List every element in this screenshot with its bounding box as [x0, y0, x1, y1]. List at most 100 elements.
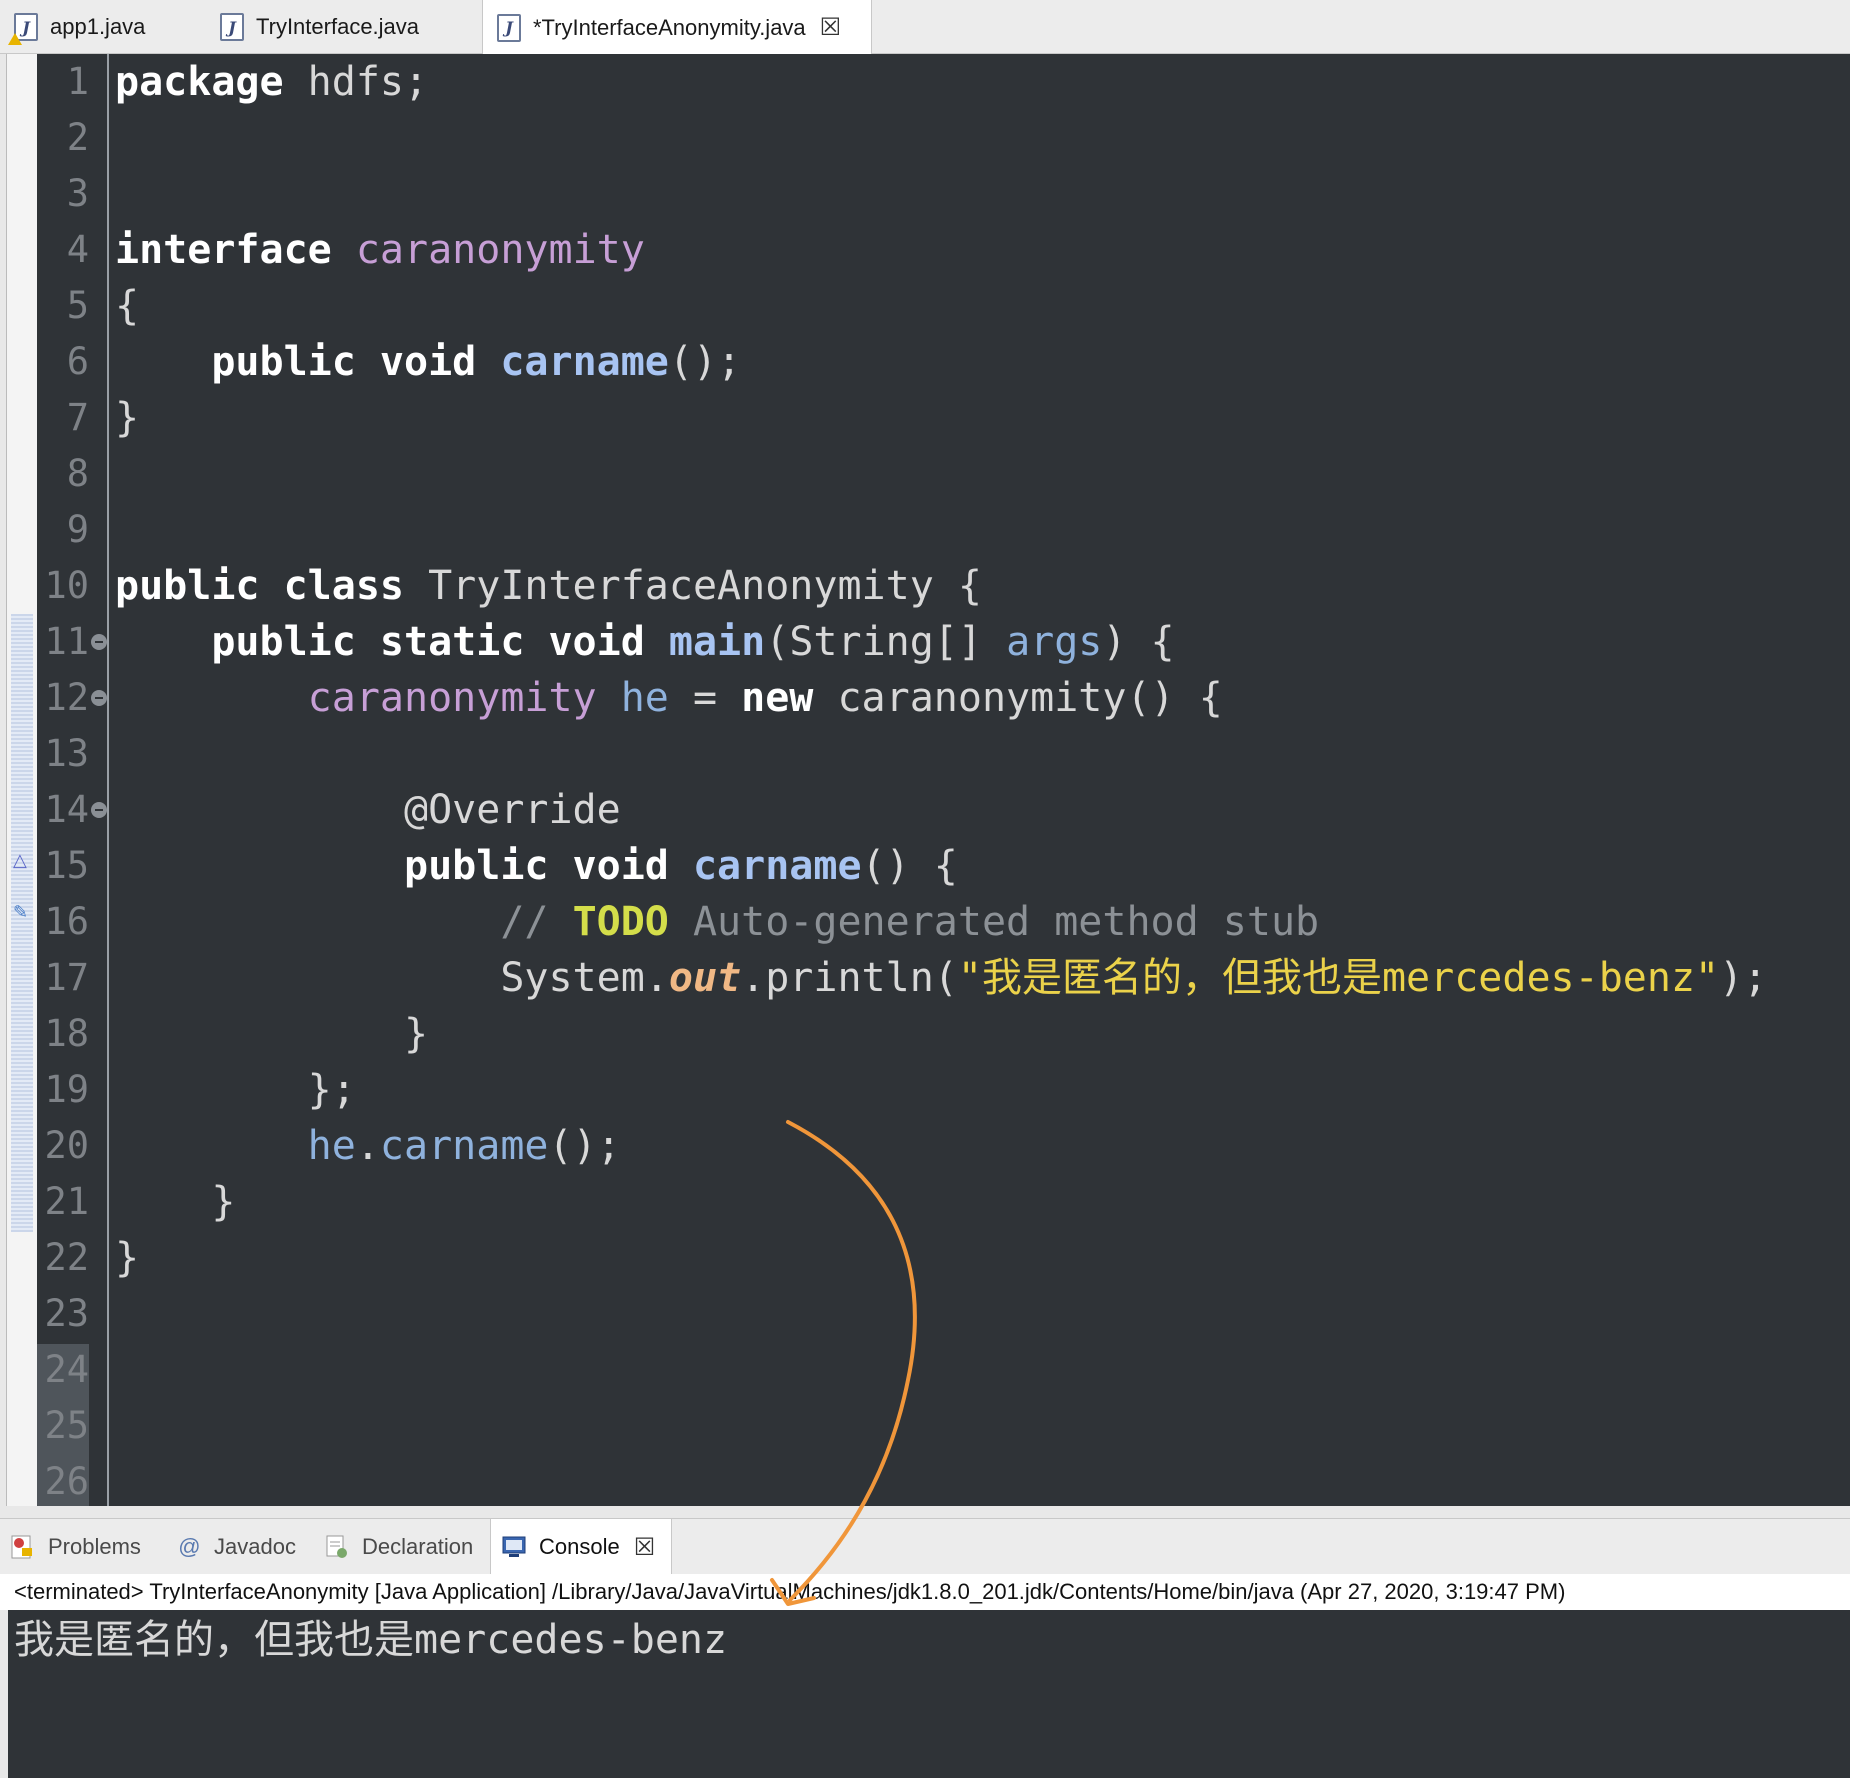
tab-declaration[interactable]: Declaration: [314, 1519, 490, 1575]
java-file-icon: J: [220, 13, 244, 41]
tab-label: Problems: [48, 1534, 141, 1559]
code-line-4: interface caranonymity: [115, 222, 645, 278]
javadoc-at-icon: @: [177, 1534, 201, 1559]
tab-label: Declaration: [362, 1534, 474, 1559]
keyword: public void: [115, 339, 477, 385]
line-number: 11: [44, 620, 89, 663]
line-number: 22: [44, 1236, 89, 1279]
close-console-icon[interactable]: ☒: [634, 1533, 656, 1562]
fold-toggle-icon[interactable]: [91, 802, 107, 818]
code-line-17: System.out.println("我是匿名的，但我也是mercedes-b…: [115, 950, 1767, 1006]
code-line-14: @Override: [115, 787, 621, 833]
line-number: 3: [66, 172, 89, 215]
line-number: 23: [44, 1292, 89, 1335]
tab-tryinterface-java[interactable]: J TryInterface.java: [206, 0, 482, 54]
line-number: 12: [44, 676, 89, 719]
task-marker-icon[interactable]: ✎: [13, 902, 28, 923]
console-output-area[interactable]: 我是匿名的，但我也是mercedes-benz: [8, 1610, 1850, 1778]
code-text: caranonymity() {: [813, 675, 1223, 721]
code-editor[interactable]: △ ✎ 1 2 3 4 5 6 7 8 9 10 11 12 13 14 15 …: [6, 54, 1850, 1506]
static-field: out: [668, 955, 742, 1001]
code-line-7: }: [115, 395, 140, 441]
line-number: 24: [44, 1348, 89, 1391]
code-line-11: public static void main(String[] args) {: [115, 614, 1175, 670]
line-number: 7: [66, 396, 89, 439]
code-text: System.: [115, 955, 669, 1001]
comment: Auto-generated method stub: [668, 899, 1320, 945]
method-call: carname: [379, 1123, 549, 1169]
variable-name: he: [596, 675, 669, 721]
code-text: () {: [861, 843, 958, 889]
method-name: carname: [668, 843, 862, 889]
code-line-20: he.carname();: [115, 1118, 621, 1174]
tab-label: Console: [539, 1534, 620, 1559]
keyword: interface: [115, 227, 332, 273]
fold-toggle-icon[interactable]: [91, 634, 107, 650]
line-number: 20: [44, 1124, 89, 1167]
line-number: 25: [44, 1404, 89, 1447]
tab-label: app1.java: [50, 14, 146, 39]
code-line-5: {: [115, 283, 140, 329]
tab-console[interactable]: Console ☒: [490, 1519, 672, 1575]
line-number: 6: [66, 340, 89, 383]
java-file-glyph: J: [505, 18, 513, 37]
parameter-name: args: [1006, 619, 1103, 665]
code-line-6: public void carname();: [115, 334, 741, 390]
line-number-gutter: 1 2 3 4 5 6 7 8 9 10 11 12 13 14 15 16 1…: [37, 54, 109, 1506]
line-number: 13: [44, 732, 89, 775]
bottom-panel-tab-bar: Problems @ Javadoc Declaration Console ☒: [0, 1518, 1850, 1575]
tab-label: *TryInterfaceAnonymity.java: [533, 14, 806, 40]
code-line-16: // TODO Auto-generated method stub: [115, 894, 1319, 950]
java-file-glyph: J: [22, 17, 30, 37]
declaration-icon: [324, 1534, 350, 1560]
line-number: 9: [66, 508, 89, 551]
code-text: (String[]: [765, 619, 1007, 665]
code-line-19: };: [115, 1067, 356, 1113]
java-file-warning-icon: J: [8, 13, 38, 45]
line-number: 8: [66, 452, 89, 495]
line-number: 15: [44, 844, 89, 887]
code-line-15: public void carname() {: [115, 838, 958, 894]
line-number: 26: [44, 1460, 89, 1503]
code-text: TryInterfaceAnonymity {: [403, 563, 982, 609]
variable-name: he: [307, 1123, 356, 1169]
console-output-text: 我是匿名的，但我也是mercedes-benz: [14, 1617, 728, 1663]
code-line-18: }: [115, 1011, 429, 1057]
fold-toggle-icon[interactable]: [91, 690, 107, 706]
console-status-line: <terminated> TryInterfaceAnonymity [Java…: [0, 1574, 1850, 1610]
line-number: 18: [44, 1012, 89, 1055]
tab-tryinterfaceanonymity-java[interactable]: J *TryInterfaceAnonymity.java ☒: [482, 0, 872, 55]
tab-problems[interactable]: Problems: [0, 1519, 160, 1575]
todo-tag: TODO: [572, 899, 669, 945]
comment: //: [115, 899, 573, 945]
override-marker-icon[interactable]: △: [13, 850, 27, 871]
string-literal: "我是匿名的，但我也是mercedes-benz": [957, 955, 1720, 1001]
scope-highlight-band: [11, 614, 33, 1232]
keyword: package: [115, 59, 284, 105]
code-text: .: [355, 1123, 380, 1169]
close-tab-icon[interactable]: ☒: [820, 13, 842, 42]
method-name: carname: [476, 339, 669, 385]
line-number: 14: [44, 788, 89, 831]
overview-ruler: △ ✎: [7, 54, 37, 1506]
type-name: caranonymity: [331, 227, 645, 273]
tab-javadoc[interactable]: @ Javadoc: [166, 1519, 314, 1575]
line-number: 10: [44, 564, 89, 607]
problems-icon: [10, 1534, 36, 1560]
line-number: 17: [44, 956, 89, 999]
code-text: ) {: [1102, 619, 1175, 665]
method-name: main: [644, 619, 766, 665]
keyword: public void: [115, 843, 669, 889]
code-text: hdfs;: [283, 59, 429, 105]
editor-tab-bar: J app1.java J TryInterface.java J *TryIn…: [0, 0, 1850, 55]
keyword: public class: [115, 563, 404, 609]
tab-app1-java[interactable]: J app1.java: [0, 0, 200, 54]
line-number: 16: [44, 900, 89, 943]
tab-label: TryInterface.java: [256, 14, 420, 39]
code-text: ();: [668, 339, 742, 385]
code-line-21: }: [115, 1179, 236, 1225]
keyword: new: [741, 675, 814, 721]
line-number: 19: [44, 1068, 89, 1111]
